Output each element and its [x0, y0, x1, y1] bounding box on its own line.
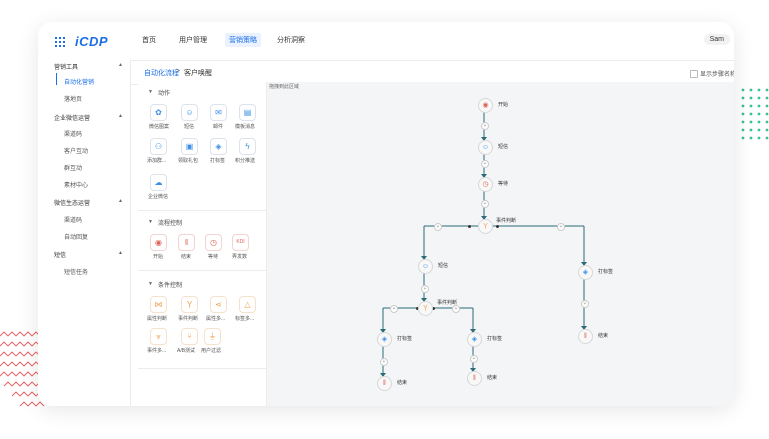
flow-node-sms[interactable]: ☺ [478, 140, 493, 155]
add-step-button[interactable]: + [452, 305, 460, 313]
junction-dot [468, 225, 471, 228]
add-step-button[interactable]: + [481, 160, 489, 168]
add-step-button[interactable]: + [380, 358, 388, 366]
flow-node-end[interactable]: ‖ [578, 329, 593, 344]
flow-node-label: 结束 [598, 333, 609, 339]
flow-node-label: 事件判断 [437, 300, 458, 306]
clock-icon: ◷ [482, 181, 489, 188]
branch-icon: Ỵ [483, 223, 488, 230]
add-step-button[interactable]: + [421, 285, 429, 293]
tag-icon: ◈ [381, 336, 388, 343]
flow-connectors [380, 111, 587, 377]
flow-node-label: 开始 [498, 102, 509, 108]
tag-icon: ◈ [471, 336, 478, 343]
end-icon: ‖ [584, 333, 587, 340]
flow-node-label: 短信 [498, 144, 509, 150]
end-icon: ‖ [383, 380, 386, 387]
green-dot-pattern [741, 88, 769, 140]
add-step-button[interactable]: + [481, 200, 489, 208]
add-step-button[interactable]: + [390, 305, 398, 313]
flow-node-label: 打标签 [598, 269, 614, 275]
flow-node-event-branch[interactable]: Ỵ [478, 219, 493, 234]
add-step-button[interactable]: + [434, 223, 442, 231]
flow-node-label: 打标签 [397, 336, 413, 342]
start-icon: ◉ [482, 102, 489, 109]
add-step-button[interactable]: + [581, 300, 589, 308]
flow-node-tag[interactable]: ◈ [377, 332, 392, 347]
end-icon: ‖ [473, 375, 476, 382]
flow-node-sms[interactable]: ☺ [418, 259, 433, 274]
junction-dot [496, 225, 499, 228]
flow-node-label: 结束 [397, 380, 408, 386]
flow-node-end[interactable]: ‖ [467, 371, 482, 386]
flow-node-label: 打标签 [487, 336, 503, 342]
flow-node-label: 短信 [438, 263, 449, 269]
flow-node-label: 结束 [487, 375, 498, 381]
flow-node-wait[interactable]: ◷ [478, 177, 493, 192]
sms-icon: ☺ [481, 144, 490, 151]
flow-node-tag[interactable]: ◈ [578, 265, 593, 280]
flow-node-label: 等待 [498, 181, 509, 187]
flow-node-tag[interactable]: ◈ [467, 332, 482, 347]
app-window: iCDP 首页 用户管理 营销策略 分析洞察 Sam 营销工具 ▲ 自动化营销 … [38, 22, 734, 406]
sms-icon: ☺ [421, 263, 430, 270]
flow-node-label: 事件判断 [496, 218, 517, 224]
branch-icon: Ỵ [423, 305, 428, 312]
add-step-button[interactable]: + [481, 122, 489, 130]
add-step-button[interactable]: + [557, 223, 565, 231]
flow-node-end[interactable]: ‖ [377, 376, 392, 391]
tag-icon: ◈ [582, 269, 589, 276]
flow-node-start[interactable]: ◉ [478, 98, 493, 113]
add-step-button[interactable]: + [470, 355, 478, 363]
flow-node-event-branch[interactable]: Ỵ [418, 301, 433, 316]
